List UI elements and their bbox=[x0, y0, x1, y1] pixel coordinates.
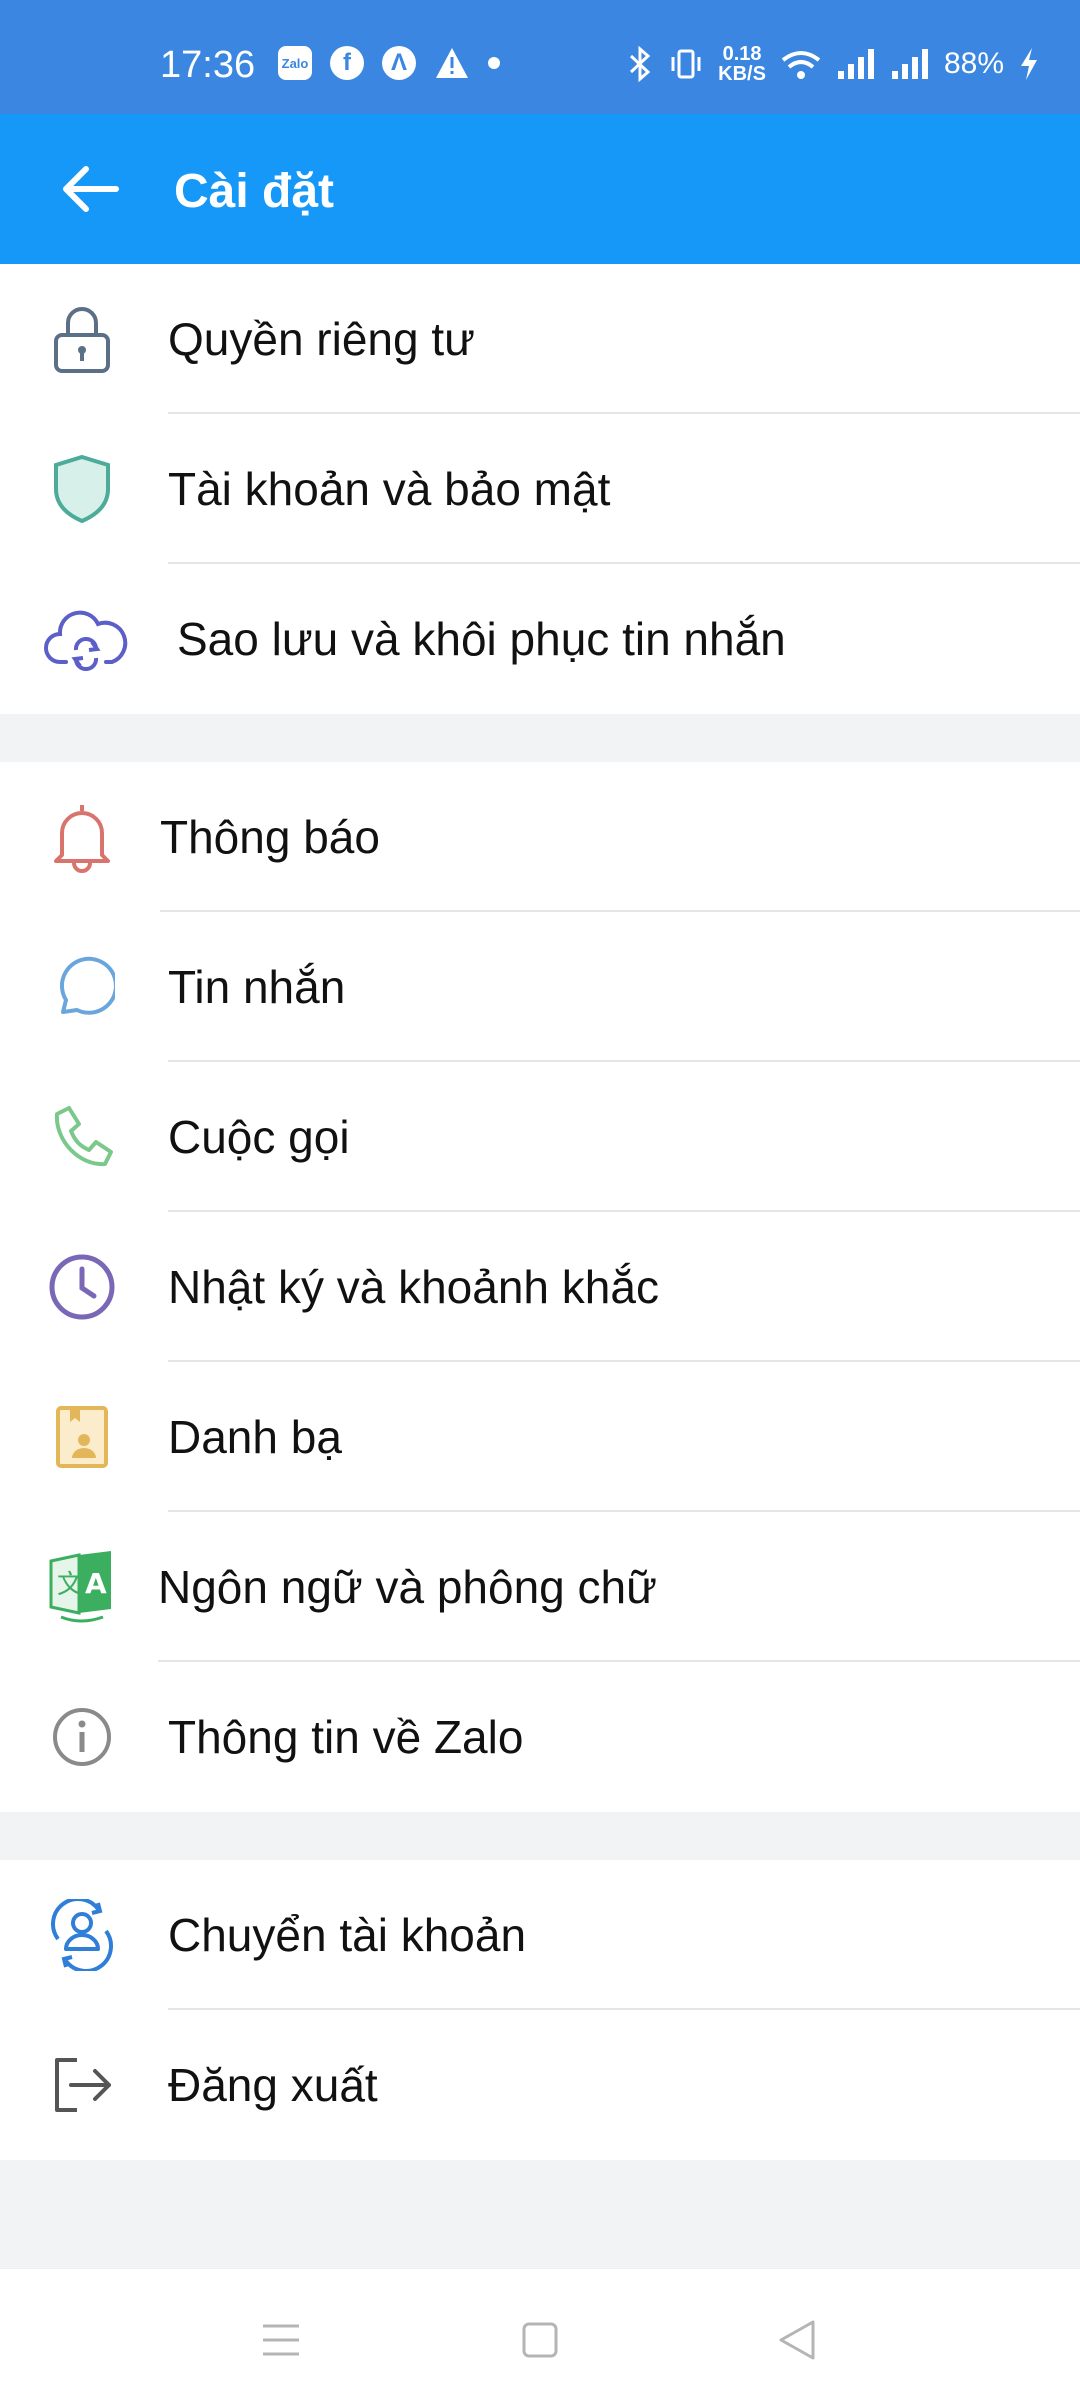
svg-text:A: A bbox=[85, 1567, 107, 1600]
info-icon bbox=[44, 1699, 120, 1775]
settings-item-messages[interactable]: Tin nhắn bbox=[0, 912, 1080, 1062]
home-icon bbox=[522, 2322, 558, 2358]
settings-group-account: Quyền riêng tư Tài khoản và bảo mật Sao … bbox=[0, 264, 1080, 714]
settings-item-switch-account[interactable]: Chuyển tài khoản bbox=[0, 1860, 1080, 2010]
system-nav-bar bbox=[0, 2268, 1080, 2401]
settings-item-about-zalo[interactable]: Thông tin về Zalo bbox=[0, 1662, 1080, 1812]
settings-group-session: Chuyển tài khoản Đăng xuất bbox=[0, 1860, 1080, 2160]
back-nav-button[interactable] bbox=[762, 2305, 832, 2375]
cloud-sync-icon bbox=[44, 601, 128, 677]
warning-icon bbox=[436, 48, 468, 78]
clock-icon bbox=[44, 1249, 120, 1325]
settings-item-label: Quyền riêng tư bbox=[168, 313, 475, 365]
status-right: 0.18 KB/S 88% bbox=[626, 44, 1040, 84]
menu-button[interactable] bbox=[246, 2305, 316, 2375]
settings-item-label: Chuyển tài khoản bbox=[168, 1909, 527, 1961]
app-a-icon: Λ bbox=[382, 46, 416, 80]
settings-item-contacts[interactable]: Danh bạ bbox=[0, 1362, 1080, 1512]
settings-item-logout[interactable]: Đăng xuất bbox=[0, 2010, 1080, 2160]
settings-item-label: Sao lưu và khôi phục tin nhắn bbox=[177, 613, 786, 665]
chat-bubble-icon bbox=[44, 949, 120, 1025]
battery-level: 88% bbox=[943, 47, 1004, 80]
zalo-icon: Zalo bbox=[278, 46, 312, 80]
switch-account-icon bbox=[44, 1897, 120, 1973]
settings-item-label: Tài khoản và bảo mật bbox=[168, 463, 611, 515]
settings-item-diary[interactable]: Nhật ký và khoảnh khắc bbox=[0, 1212, 1080, 1362]
home-button[interactable] bbox=[505, 2305, 575, 2375]
notification-icons: Zalo f Λ bbox=[278, 46, 500, 80]
wifi-icon bbox=[781, 51, 821, 79]
menu-icon bbox=[263, 2324, 299, 2356]
settings-group-general: Thông báo Tin nhắn Cuộc gọi Nhật ký và k… bbox=[0, 762, 1080, 1812]
settings-item-label: Ngôn ngữ và phông chữ bbox=[158, 1561, 657, 1613]
settings-item-label: Thông báo bbox=[160, 811, 380, 863]
signal-icon bbox=[837, 49, 874, 79]
phone-icon bbox=[44, 1099, 120, 1175]
back-button[interactable] bbox=[50, 149, 130, 229]
bell-icon bbox=[44, 799, 120, 875]
logout-icon bbox=[44, 2047, 120, 2123]
app-bar: Cài đặt bbox=[0, 114, 1080, 264]
dot-icon bbox=[488, 57, 500, 69]
page-title: Cài đặt bbox=[174, 165, 335, 218]
settings-item-account-security[interactable]: Tài khoản và bảo mật bbox=[0, 414, 1080, 564]
language-icon: 文 A bbox=[44, 1549, 120, 1625]
status-time: 17:36 bbox=[160, 44, 256, 86]
settings-item-label: Thông tin về Zalo bbox=[168, 1711, 524, 1763]
facebook-icon: f bbox=[330, 46, 364, 80]
charging-icon bbox=[1021, 48, 1037, 80]
bluetooth-icon bbox=[630, 46, 651, 82]
network-speed: 0.18 KB/S bbox=[718, 44, 766, 84]
settings-item-privacy[interactable]: Quyền riêng tư bbox=[0, 264, 1080, 414]
settings-item-notifications[interactable]: Thông báo bbox=[0, 762, 1080, 912]
network-speed-value: 0.18 bbox=[722, 43, 762, 65]
shield-icon bbox=[44, 451, 120, 527]
settings-item-label: Tin nhắn bbox=[168, 961, 346, 1013]
settings-item-label: Nhật ký và khoảnh khắc bbox=[168, 1261, 659, 1313]
network-speed-unit: KB/S bbox=[718, 63, 766, 85]
back-triangle-icon bbox=[779, 2320, 815, 2360]
settings-item-language-font[interactable]: 文 A Ngôn ngữ và phông chữ bbox=[0, 1512, 1080, 1662]
settings-item-label: Danh bạ bbox=[168, 1411, 342, 1463]
vibrate-icon bbox=[671, 49, 701, 79]
arrow-left-icon bbox=[63, 166, 119, 212]
settings-item-backup-restore[interactable]: Sao lưu và khôi phục tin nhắn bbox=[0, 564, 1080, 714]
settings-item-calls[interactable]: Cuộc gọi bbox=[0, 1062, 1080, 1212]
settings-item-label: Cuộc gọi bbox=[168, 1111, 350, 1163]
lock-icon bbox=[44, 301, 120, 377]
svg-text:文: 文 bbox=[57, 1570, 83, 1600]
settings-item-label: Đăng xuất bbox=[168, 2059, 378, 2111]
contacts-icon bbox=[44, 1399, 120, 1475]
status-bar: 17:36 Zalo f Λ 0.18 KB/S 88% bbox=[0, 0, 1080, 114]
signal-icon-2 bbox=[891, 49, 928, 79]
